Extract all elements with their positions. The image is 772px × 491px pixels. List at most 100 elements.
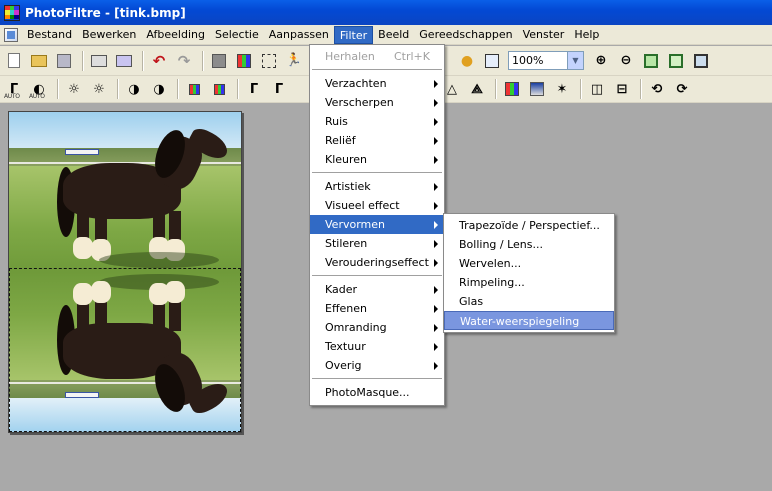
saturation-minus-icon bbox=[188, 83, 200, 95]
menu-item-ruis[interactable]: Ruis bbox=[310, 112, 444, 131]
photofiltre-app-icon[interactable] bbox=[4, 4, 20, 21]
print-button[interactable] bbox=[88, 50, 110, 72]
effect-button[interactable]: ✶ bbox=[551, 78, 573, 100]
contrast-minus-icon: ◑ bbox=[128, 81, 140, 97]
menu-item-visueel-effect[interactable]: Visueel effect bbox=[310, 196, 444, 215]
new-button[interactable] bbox=[3, 50, 25, 72]
contrast-plus-button[interactable]: ◑ bbox=[148, 78, 170, 100]
saturation-minus-button[interactable] bbox=[183, 78, 205, 100]
horse-feather bbox=[73, 237, 93, 259]
vervormen-submenu: Trapezoïde / Perspectief... Bolling / Le… bbox=[443, 213, 615, 333]
open-button[interactable] bbox=[28, 50, 50, 72]
menu-beeld[interactable]: Beeld bbox=[373, 26, 414, 44]
verzachten-label: Verzachten bbox=[325, 77, 387, 90]
chevron-down-icon[interactable]: ▼ bbox=[567, 52, 583, 69]
fit-image-button[interactable] bbox=[640, 50, 662, 72]
zoom-out-icon: ⊖ bbox=[620, 53, 632, 68]
rotate-left-button[interactable]: ⟲ bbox=[646, 78, 668, 100]
submenu-arrow-icon bbox=[434, 362, 438, 370]
gradient-icon bbox=[530, 82, 544, 96]
menu-aanpassen[interactable]: Aanpassen bbox=[264, 26, 334, 44]
verouderingseffect-label: Verouderingseffect bbox=[325, 256, 429, 269]
submenu-arrow-icon bbox=[434, 99, 438, 107]
brightness-minus-button[interactable]: ☼ bbox=[63, 78, 85, 100]
selection-marquee[interactable] bbox=[9, 268, 241, 432]
menu-item-photomasque[interactable]: PhotoMasque... bbox=[310, 383, 444, 402]
verscherpen-label: Verscherpen bbox=[325, 96, 394, 109]
actual-size-button[interactable] bbox=[665, 50, 687, 72]
select-all-button[interactable] bbox=[258, 50, 280, 72]
color-grid-icon bbox=[237, 53, 251, 68]
submenu-item-wervelen[interactable]: Wervelen... bbox=[444, 254, 614, 273]
menu-item-kleuren[interactable]: Kleuren bbox=[310, 150, 444, 169]
menu-item-stileren[interactable]: Stileren bbox=[310, 234, 444, 253]
menu-item-effenen[interactable]: Effenen bbox=[310, 299, 444, 318]
menu-item-artistiek[interactable]: Artistiek bbox=[310, 177, 444, 196]
shape2-button[interactable]: ⟁ bbox=[466, 78, 488, 100]
save-button[interactable] bbox=[53, 50, 75, 72]
menu-afbeelding[interactable]: Afbeelding bbox=[141, 26, 210, 44]
gamma-plus-button[interactable]: Γ bbox=[268, 78, 290, 100]
menu-item-verzachten[interactable]: Verzachten bbox=[310, 74, 444, 93]
contrast-minus-button[interactable]: ◑ bbox=[123, 78, 145, 100]
saturation-plus-button[interactable] bbox=[208, 78, 230, 100]
menu-filter[interactable]: Filter bbox=[333, 25, 374, 44]
menu-divider bbox=[312, 69, 442, 70]
grayscale-button[interactable] bbox=[208, 50, 230, 72]
menu-bestand[interactable]: Bestand bbox=[22, 26, 77, 44]
colors-button[interactable] bbox=[233, 50, 255, 72]
menu-selectie[interactable]: Selectie bbox=[210, 26, 264, 44]
rotate-right-button[interactable]: ⟳ bbox=[671, 78, 693, 100]
menu-item-verscherpen[interactable]: Verscherpen bbox=[310, 93, 444, 112]
menu-item-herhalen[interactable]: Herhalen Ctrl+K bbox=[310, 47, 444, 66]
brightness-minus-icon: ☼ bbox=[68, 81, 80, 97]
undo-button[interactable]: ↶ bbox=[148, 50, 170, 72]
menu-item-relief[interactable]: Reliëf bbox=[310, 131, 444, 150]
menu-item-omranding[interactable]: Omranding bbox=[310, 318, 444, 337]
ruis-label: Ruis bbox=[325, 115, 348, 128]
zoom-combobox[interactable]: 100% ▼ bbox=[508, 51, 584, 70]
herhalen-label: Herhalen bbox=[325, 50, 375, 63]
zoom-in-button[interactable]: ⊕ bbox=[590, 50, 612, 72]
zoom-out-button[interactable]: ⊖ bbox=[615, 50, 637, 72]
save-disk-icon bbox=[57, 53, 71, 68]
menu-gereedschappen[interactable]: Gereedschappen bbox=[414, 26, 517, 44]
title-bar[interactable]: PhotoFiltre - [tink.bmp] bbox=[0, 0, 772, 25]
menu-item-overig[interactable]: Overig bbox=[310, 356, 444, 375]
menu-item-textuur[interactable]: Textuur bbox=[310, 337, 444, 356]
submenu-item-water-weerspiegeling[interactable]: Water-weerspiegeling bbox=[444, 311, 614, 330]
flip-horizontal-button[interactable]: ◫ bbox=[586, 78, 608, 100]
auto-contrast-button[interactable]: ◐ AUTO bbox=[28, 78, 50, 101]
herhalen-shortcut: Ctrl+K bbox=[393, 50, 430, 63]
window-button[interactable] bbox=[481, 50, 503, 72]
menu-bewerken[interactable]: Bewerken bbox=[77, 26, 141, 44]
submenu-item-bolling[interactable]: Bolling / Lens... bbox=[444, 235, 614, 254]
overig-label: Overig bbox=[325, 359, 362, 372]
image-document-tink-bmp[interactable] bbox=[8, 111, 242, 433]
menu-help[interactable]: Help bbox=[569, 26, 604, 44]
menu-item-vervormen[interactable]: Vervormen bbox=[310, 215, 444, 234]
scan-button[interactable] bbox=[113, 50, 135, 72]
menu-item-kader[interactable]: Kader bbox=[310, 280, 444, 299]
submenu-item-trapezoide[interactable]: Trapezoïde / Perspectief... bbox=[444, 216, 614, 235]
submenu-arrow-icon bbox=[434, 305, 438, 313]
horse-figure bbox=[49, 124, 239, 267]
menu-item-verouderingseffect[interactable]: Verouderingseffect bbox=[310, 253, 444, 272]
palette-icon: ● bbox=[460, 52, 474, 69]
submenu-item-rimpeling[interactable]: Rimpeling... bbox=[444, 273, 614, 292]
brightness-plus-button[interactable]: ☼ bbox=[88, 78, 110, 100]
redo-button[interactable]: ↷ bbox=[173, 50, 195, 72]
submenu-item-glas[interactable]: Glas bbox=[444, 292, 614, 311]
gradient-button[interactable] bbox=[526, 78, 548, 100]
automation-button[interactable]: 🏃 bbox=[283, 50, 305, 72]
gamma-minus-button[interactable]: Γ bbox=[243, 78, 265, 100]
menu-venster[interactable]: Venster bbox=[518, 26, 570, 44]
toolbar-separator bbox=[640, 79, 642, 99]
auto-levels-button[interactable]: Γ AUTO bbox=[3, 78, 25, 101]
palette-button[interactable]: ● bbox=[456, 50, 478, 72]
kleuren-label: Kleuren bbox=[325, 153, 368, 166]
document-control-icon[interactable] bbox=[4, 27, 18, 42]
fullscreen-button[interactable] bbox=[690, 50, 712, 72]
flip-vertical-button[interactable]: ⊟ bbox=[611, 78, 633, 100]
rgb-button[interactable] bbox=[501, 78, 523, 100]
